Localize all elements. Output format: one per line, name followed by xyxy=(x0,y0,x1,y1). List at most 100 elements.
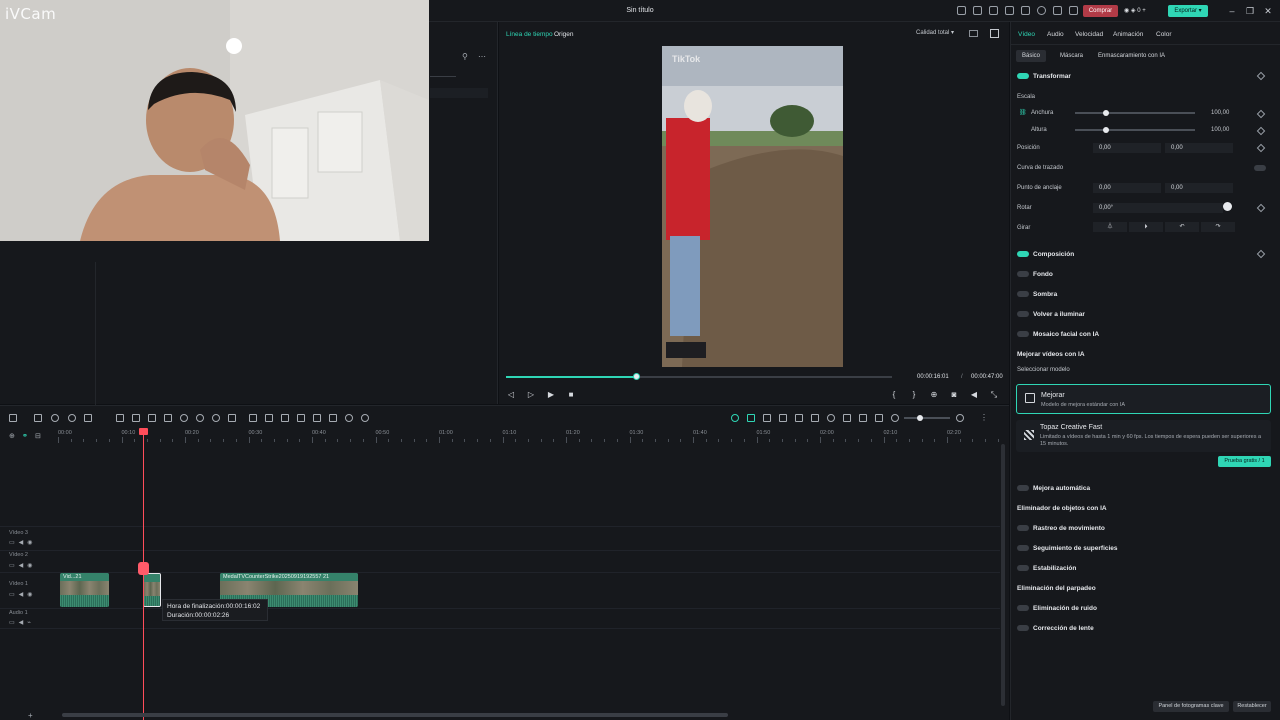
timeline-clip-selected[interactable] xyxy=(143,573,161,607)
undo-icon[interactable] xyxy=(51,414,59,422)
text-icon[interactable] xyxy=(132,414,140,422)
cloud-icon[interactable] xyxy=(1037,6,1046,15)
add-track-icon[interactable]: ⊕ xyxy=(9,432,15,440)
denoise-toggle[interactable] xyxy=(1017,605,1029,611)
zoom-out-icon[interactable] xyxy=(891,414,899,422)
quality-dropdown[interactable]: Calidad total ▾ xyxy=(916,29,958,39)
link-track-icon[interactable]: ⚭ xyxy=(22,432,28,440)
redo-icon[interactable] xyxy=(68,414,76,422)
shadow-toggle[interactable] xyxy=(1017,291,1029,297)
image-icon[interactable] xyxy=(990,29,999,38)
mark-out-icon[interactable]: } xyxy=(909,390,919,400)
tab-audio[interactable]: Audio xyxy=(1047,31,1064,38)
buy-button[interactable]: Comprar xyxy=(1083,5,1118,17)
gift-icon[interactable] xyxy=(957,6,966,15)
fullscreen-icon[interactable]: ⤡ xyxy=(989,390,999,400)
export-button[interactable]: Exportar ▾ xyxy=(1168,5,1208,17)
detach-audio-icon[interactable] xyxy=(859,414,867,422)
display-settings-icon[interactable]: ⊕ xyxy=(929,390,939,400)
render-icon[interactable] xyxy=(779,414,787,422)
tab-speed[interactable]: Velocidad xyxy=(1075,31,1103,38)
rotate-right-icon[interactable]: ↷ xyxy=(1201,222,1235,232)
freeze-icon[interactable] xyxy=(228,414,236,422)
reset-button[interactable]: Restablecer xyxy=(1233,701,1271,712)
prev-frame-icon[interactable]: ◁ xyxy=(506,390,516,400)
height-slider-knob[interactable] xyxy=(1103,127,1109,133)
filter-icon[interactable]: ⚲ xyxy=(462,52,468,61)
tab-timeline-preview[interactable]: Línea de tiempo xyxy=(506,31,553,38)
zoom-icon[interactable] xyxy=(180,414,188,422)
keyframe-icon[interactable] xyxy=(1256,126,1266,136)
layers-icon[interactable] xyxy=(795,414,803,422)
relight-toggle[interactable] xyxy=(1017,311,1029,317)
camera-icon[interactable]: ◙ xyxy=(949,390,959,400)
minimize-icon[interactable]: – xyxy=(1226,5,1238,17)
microphone-icon[interactable] xyxy=(827,414,835,422)
zoom-in-icon[interactable] xyxy=(956,414,964,422)
subtab-mask[interactable]: Máscara xyxy=(1054,50,1089,62)
device-icon[interactable] xyxy=(989,6,998,15)
tab-color[interactable]: Color xyxy=(1156,31,1172,38)
flip-vertical-icon[interactable]: ⏵ xyxy=(1129,222,1163,232)
keyframe-icon[interactable] xyxy=(1256,249,1266,259)
width-value[interactable]: 100,00 xyxy=(1211,110,1229,116)
stabilization-toggle[interactable] xyxy=(1017,565,1029,571)
timer-icon[interactable] xyxy=(1021,6,1030,15)
add-icon[interactable]: + xyxy=(28,711,33,720)
media-list-row[interactable] xyxy=(430,88,488,98)
horizontal-scrollbar[interactable] xyxy=(62,713,728,717)
keyframe-icon[interactable] xyxy=(1256,71,1266,81)
track-controls-video1[interactable]: ▭◀◉ xyxy=(9,591,37,598)
monitor-icon[interactable] xyxy=(1005,6,1014,15)
video-preview[interactable]: TikTok xyxy=(662,46,843,367)
height-value[interactable]: 100,00 xyxy=(1211,127,1229,133)
stabilize-icon[interactable] xyxy=(329,414,337,422)
volume-icon[interactable]: ◀ xyxy=(969,390,979,400)
split-icon[interactable] xyxy=(313,414,321,422)
zoom-slider[interactable] xyxy=(904,417,950,419)
anchor-x-field[interactable]: 0,00 xyxy=(1093,183,1161,193)
mask-icon[interactable] xyxy=(148,414,156,422)
more-icon[interactable]: ⋮ xyxy=(980,414,988,422)
shield-icon[interactable] xyxy=(811,414,819,422)
grid-icon[interactable] xyxy=(1069,6,1078,15)
track-options-icon[interactable]: ⊟ xyxy=(35,432,41,440)
more-icon[interactable]: ⋯ xyxy=(478,52,486,61)
playhead-handle[interactable] xyxy=(139,428,148,435)
link-icon[interactable]: ⛓ xyxy=(1019,109,1027,116)
vertical-scrollbar[interactable] xyxy=(1001,444,1005,706)
try-free-button[interactable]: Prueba gratis / 1 xyxy=(1218,456,1271,467)
ai-audio-icon[interactable] xyxy=(265,414,273,422)
snapshot-icon[interactable] xyxy=(969,30,978,37)
position-y-field[interactable]: 0,00 xyxy=(1165,143,1233,153)
download-icon[interactable] xyxy=(1053,6,1062,15)
tab-video[interactable]: Vídeo xyxy=(1018,31,1035,38)
path-curve-toggle[interactable] xyxy=(1254,165,1266,171)
height-slider[interactable] xyxy=(1075,129,1195,131)
composition-toggle[interactable] xyxy=(1017,251,1029,257)
keyframe-panel-button[interactable]: Panel de fotogramas clave xyxy=(1153,701,1229,712)
width-slider[interactable] xyxy=(1075,112,1195,114)
close-icon[interactable]: ✕ xyxy=(1262,5,1274,17)
playhead[interactable] xyxy=(143,431,144,720)
motion-icon[interactable] xyxy=(297,414,305,422)
keyframe-icon[interactable] xyxy=(1256,143,1266,153)
speed-icon[interactable] xyxy=(196,414,204,422)
link-icon[interactable] xyxy=(747,414,755,422)
ai-portrait-icon[interactable] xyxy=(281,414,289,422)
keyframe-icon[interactable] xyxy=(1256,203,1266,213)
width-slider-knob[interactable] xyxy=(1103,110,1109,116)
keyframe-icon[interactable] xyxy=(1256,109,1266,119)
delete-icon[interactable] xyxy=(84,414,92,422)
color-icon[interactable] xyxy=(164,414,172,422)
select-icon[interactable] xyxy=(34,414,42,422)
mixer-icon[interactable] xyxy=(843,414,851,422)
anchor-y-field[interactable]: 0,00 xyxy=(1165,183,1233,193)
model-card-mejorar[interactable]: Mejorar Modelo de mejora estándar con IA xyxy=(1016,384,1271,414)
tab-source-preview[interactable]: Origen xyxy=(554,31,574,38)
upload-icon[interactable] xyxy=(973,6,982,15)
track-controls-audio1[interactable]: ▭◀⌁ xyxy=(9,619,35,626)
next-frame-icon[interactable]: ▷ xyxy=(526,390,536,400)
play-icon[interactable]: ▶ xyxy=(546,390,556,400)
maximize-icon[interactable]: ❐ xyxy=(1244,5,1256,17)
